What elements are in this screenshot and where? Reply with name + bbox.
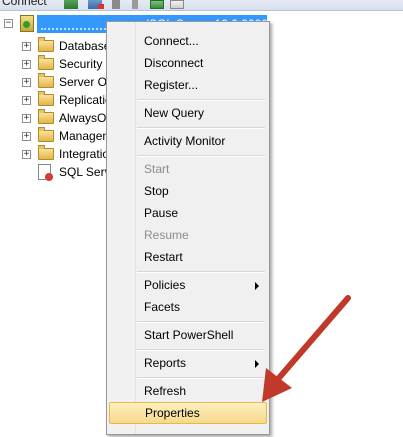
submenu-arrow-icon	[255, 282, 259, 290]
menu-item-connect[interactable]: Connect...	[109, 30, 267, 52]
context-menu: Connect... Disconnect Register... New Qu…	[106, 21, 270, 435]
tree-node-label: AlwaysOn	[59, 111, 114, 125]
expand-icon[interactable]: +	[22, 42, 31, 51]
folder-icon	[38, 91, 54, 106]
menu-item-restart[interactable]: Restart	[109, 246, 267, 268]
folder-icon	[38, 127, 54, 142]
menu-item-facets[interactable]: Facets	[109, 296, 267, 318]
menu-item-refresh[interactable]: Refresh	[109, 380, 267, 402]
pause-icon[interactable]	[132, 0, 138, 9]
folder-icon	[38, 37, 54, 52]
connect-icon[interactable]	[64, 0, 78, 9]
menu-item-stop[interactable]: Stop	[109, 180, 267, 202]
menu-separator	[137, 99, 265, 101]
expand-icon[interactable]: +	[22, 96, 31, 105]
server-icon	[20, 15, 34, 32]
collapse-icon[interactable]: −	[4, 19, 13, 28]
folder-icon	[38, 109, 54, 124]
menu-item-register[interactable]: Register...	[109, 74, 267, 96]
tree-node-label: Security	[59, 57, 103, 71]
menu-item-pause[interactable]: Pause	[109, 202, 267, 224]
disconnect-icon[interactable]	[88, 0, 104, 9]
sql-agent-icon	[38, 164, 53, 181]
tree-node-label: Managem	[59, 129, 113, 143]
menu-separator	[137, 127, 265, 129]
stop-icon[interactable]	[112, 0, 120, 9]
expand-icon[interactable]: +	[22, 150, 31, 159]
menu-item-label: Reports	[144, 356, 187, 370]
menu-separator	[137, 377, 265, 379]
menu-item-activity-monitor[interactable]: Activity Monitor	[109, 130, 267, 152]
menu-item-reports[interactable]: Reports	[109, 352, 267, 374]
refresh-icon[interactable]	[150, 0, 164, 9]
menu-item-resume: Resume	[144, 228, 189, 242]
expand-icon[interactable]: +	[22, 114, 31, 123]
menu-item-new-query[interactable]: New Query	[109, 102, 267, 124]
menu-separator	[137, 321, 265, 323]
connect-button[interactable]: Connect	[2, 0, 47, 8]
menu-separator	[137, 349, 265, 351]
menu-item-policies[interactable]: Policies	[109, 274, 267, 296]
menu-item-start-powershell[interactable]: Start PowerShell	[109, 324, 267, 346]
menu-item-start: Start	[144, 162, 170, 176]
folder-icon	[38, 55, 54, 70]
expand-icon[interactable]: +	[22, 60, 31, 69]
menu-separator	[137, 271, 265, 273]
folder-icon	[38, 73, 54, 88]
folder-icon	[38, 145, 54, 160]
filter-icon[interactable]	[170, 0, 184, 9]
menu-separator	[137, 155, 265, 157]
expand-icon[interactable]: +	[22, 132, 31, 141]
expand-icon[interactable]: +	[22, 78, 31, 87]
submenu-arrow-icon	[255, 360, 259, 368]
menu-item-label: Policies	[144, 278, 186, 292]
menu-item-disconnect[interactable]: Disconnect	[109, 52, 267, 74]
menu-item-properties[interactable]: Properties	[109, 402, 267, 424]
